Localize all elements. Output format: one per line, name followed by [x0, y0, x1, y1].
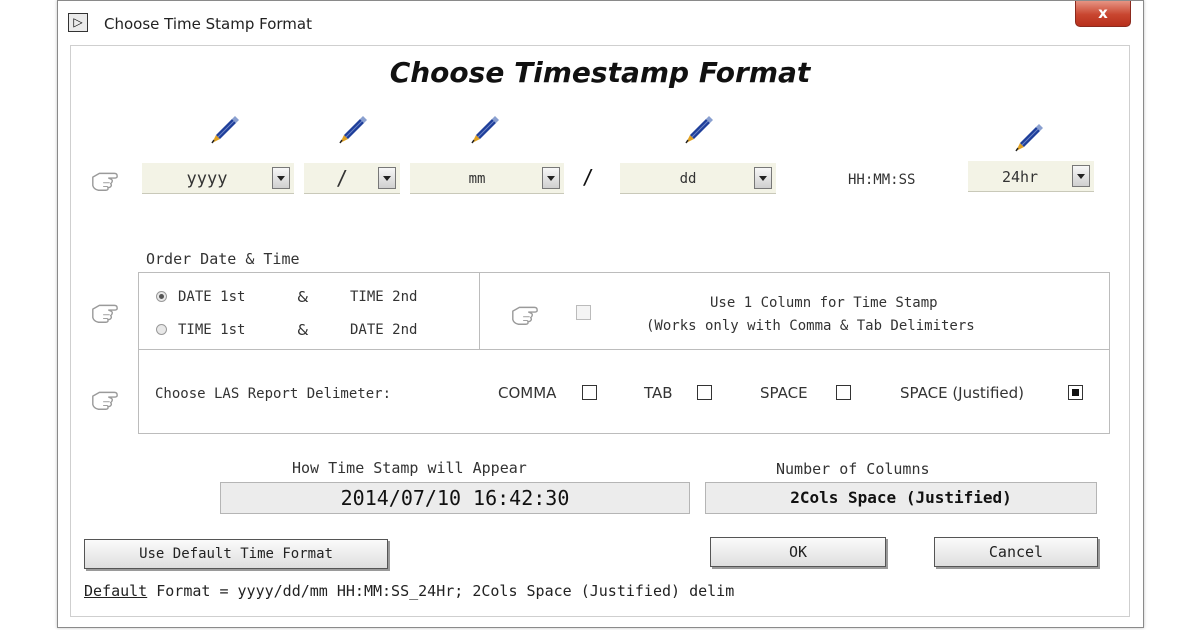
cancel-button[interactable]: Cancel: [934, 537, 1098, 567]
pencil-icon[interactable]: [466, 113, 502, 149]
month-format-value: mm: [468, 171, 486, 187]
pencil-icon[interactable]: [680, 113, 716, 149]
pointing-hand-icon: [92, 172, 118, 191]
order-divider: [138, 272, 480, 350]
use-default-format-button[interactable]: Use Default Time Format: [84, 539, 388, 569]
pointing-hand-icon: [512, 306, 538, 325]
one-column-label: Use 1 Column for Time Stamp: [710, 295, 938, 311]
radio-time-first[interactable]: [156, 324, 167, 335]
chevron-down-icon[interactable]: [542, 167, 560, 189]
pencil-icon[interactable]: [1010, 121, 1046, 157]
tab-label: TAB: [644, 384, 673, 402]
one-column-note: (Works only with Comma & Tab Delimiters: [646, 318, 975, 334]
radio-date-first[interactable]: [156, 291, 167, 302]
order-section-label: Order Date & Time: [146, 250, 300, 268]
hour-mode-combo[interactable]: 24hr: [968, 161, 1094, 192]
space-justified-checkbox[interactable]: [1068, 385, 1083, 400]
app-icon: ▷: [68, 13, 88, 32]
ok-button[interactable]: OK: [710, 537, 886, 567]
separator-value: /: [335, 166, 349, 190]
date-second-label: DATE 2nd: [350, 322, 418, 338]
day-format-combo[interactable]: dd: [620, 163, 776, 194]
date-separator-combo-1[interactable]: /: [304, 163, 400, 194]
chevron-down-icon[interactable]: [378, 167, 396, 189]
ampersand-label: &: [297, 321, 309, 339]
space-justified-label: SPACE (Justified): [900, 384, 1025, 402]
day-format-value: dd: [679, 171, 697, 187]
time-first-label: TIME 1st: [178, 322, 246, 338]
pointing-hand-icon: [92, 391, 118, 410]
one-column-checkbox[interactable]: [576, 305, 591, 320]
chevron-down-icon[interactable]: [754, 167, 772, 189]
delimiter-label: Choose LAS Report Delimeter:: [155, 386, 392, 402]
separator-label: /: [582, 165, 595, 189]
space-checkbox[interactable]: [836, 385, 851, 400]
close-button[interactable]: x: [1075, 1, 1131, 27]
timestamp-preview: 2014/07/10 16:42:30: [220, 482, 690, 514]
columns-label: Number of Columns: [776, 460, 930, 478]
default-format-text: Format = yyyy/dd/mm HH:MM:SS_24Hr; 2Cols…: [147, 582, 735, 600]
year-format-combo[interactable]: yyyy: [142, 163, 294, 194]
preview-label: How Time Stamp will Appear: [292, 459, 527, 477]
year-format-value: yyyy: [186, 169, 228, 189]
hour-mode-value: 24hr: [1001, 168, 1039, 186]
chevron-down-icon[interactable]: [272, 167, 290, 189]
page-title: Choose Timestamp Format: [389, 56, 811, 89]
window-title: Choose Time Stamp Format: [104, 15, 312, 33]
tab-checkbox[interactable]: [697, 385, 712, 400]
space-label: SPACE: [760, 384, 808, 402]
comma-label: COMMA: [498, 384, 557, 402]
time-format-label: HH:MM:SS: [848, 172, 916, 188]
section-divider: [138, 349, 1110, 350]
ampersand-label: &: [297, 288, 309, 306]
comma-checkbox[interactable]: [582, 385, 597, 400]
date-first-label: DATE 1st: [178, 289, 246, 305]
pointing-hand-icon: [92, 304, 118, 323]
default-word: Default: [84, 582, 148, 600]
columns-preview: 2Cols Space (Justified): [705, 482, 1097, 514]
time-second-label: TIME 2nd: [350, 289, 418, 305]
chevron-down-icon[interactable]: [1072, 165, 1090, 187]
pencil-icon[interactable]: [334, 113, 370, 149]
default-format-note: Default Format = yyyy/dd/mm HH:MM:SS_24H…: [84, 582, 734, 600]
month-format-combo[interactable]: mm: [410, 163, 564, 194]
pencil-icon[interactable]: [206, 113, 242, 149]
title-bar: ▷ Choose Time Stamp Format x: [58, 1, 1143, 45]
